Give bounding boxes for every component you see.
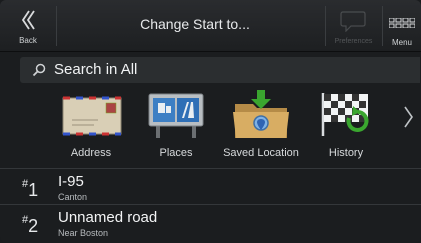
speech-bubble-icon [340,11,366,32]
list-divider [0,204,421,205]
menu-button[interactable]: Menu [383,8,421,48]
result-detail: Canton [58,192,88,202]
category-saved-location[interactable]: Saved Location [216,86,306,164]
preferences-button[interactable]: Preferences [326,8,381,48]
category-strip: Address Places Saved Location History [0,86,421,166]
category-label: Saved Location [223,147,299,159]
category-places[interactable]: Places [131,86,221,164]
category-label: History [328,147,364,159]
chevron-right-icon[interactable] [398,103,418,131]
back-button[interactable]: Back [10,8,46,48]
category-address[interactable]: Address [46,86,136,164]
category-label: Address [70,147,112,159]
category-label: Places [159,147,193,159]
search-icon [32,63,46,77]
checkered-flag-icon [321,93,369,136]
menu-grid-icon [389,18,415,28]
menu-label: Menu [391,38,412,47]
page-title: Change Start to... [140,16,250,32]
result-name: I-95 [58,173,84,190]
folder-pin-icon [233,90,289,138]
list-item[interactable]: #1 I-95 Canton [0,170,421,205]
preferences-label: Preferences [334,38,373,45]
list-divider [0,168,421,169]
list-item[interactable]: #2 Unnamed road Near Boston [0,206,421,241]
places-sign-icon [148,93,204,138]
result-name: Unnamed road [58,209,158,226]
app-window: Back Change Start to... Preferences Menu… [0,0,421,243]
header-bar: Back Change Start to... Preferences Menu [0,0,421,52]
header-divider [56,6,57,46]
result-index: #1 [22,178,39,200]
search-bar[interactable]: Search in All [20,57,420,83]
result-detail: Near Boston [58,228,109,238]
result-index: #2 [22,214,39,236]
envelope-icon [62,96,122,136]
double-chevron-left-icon [21,10,35,30]
category-history[interactable]: History [301,86,391,164]
back-label: Back [19,36,37,45]
search-label: Search in All [54,61,138,78]
